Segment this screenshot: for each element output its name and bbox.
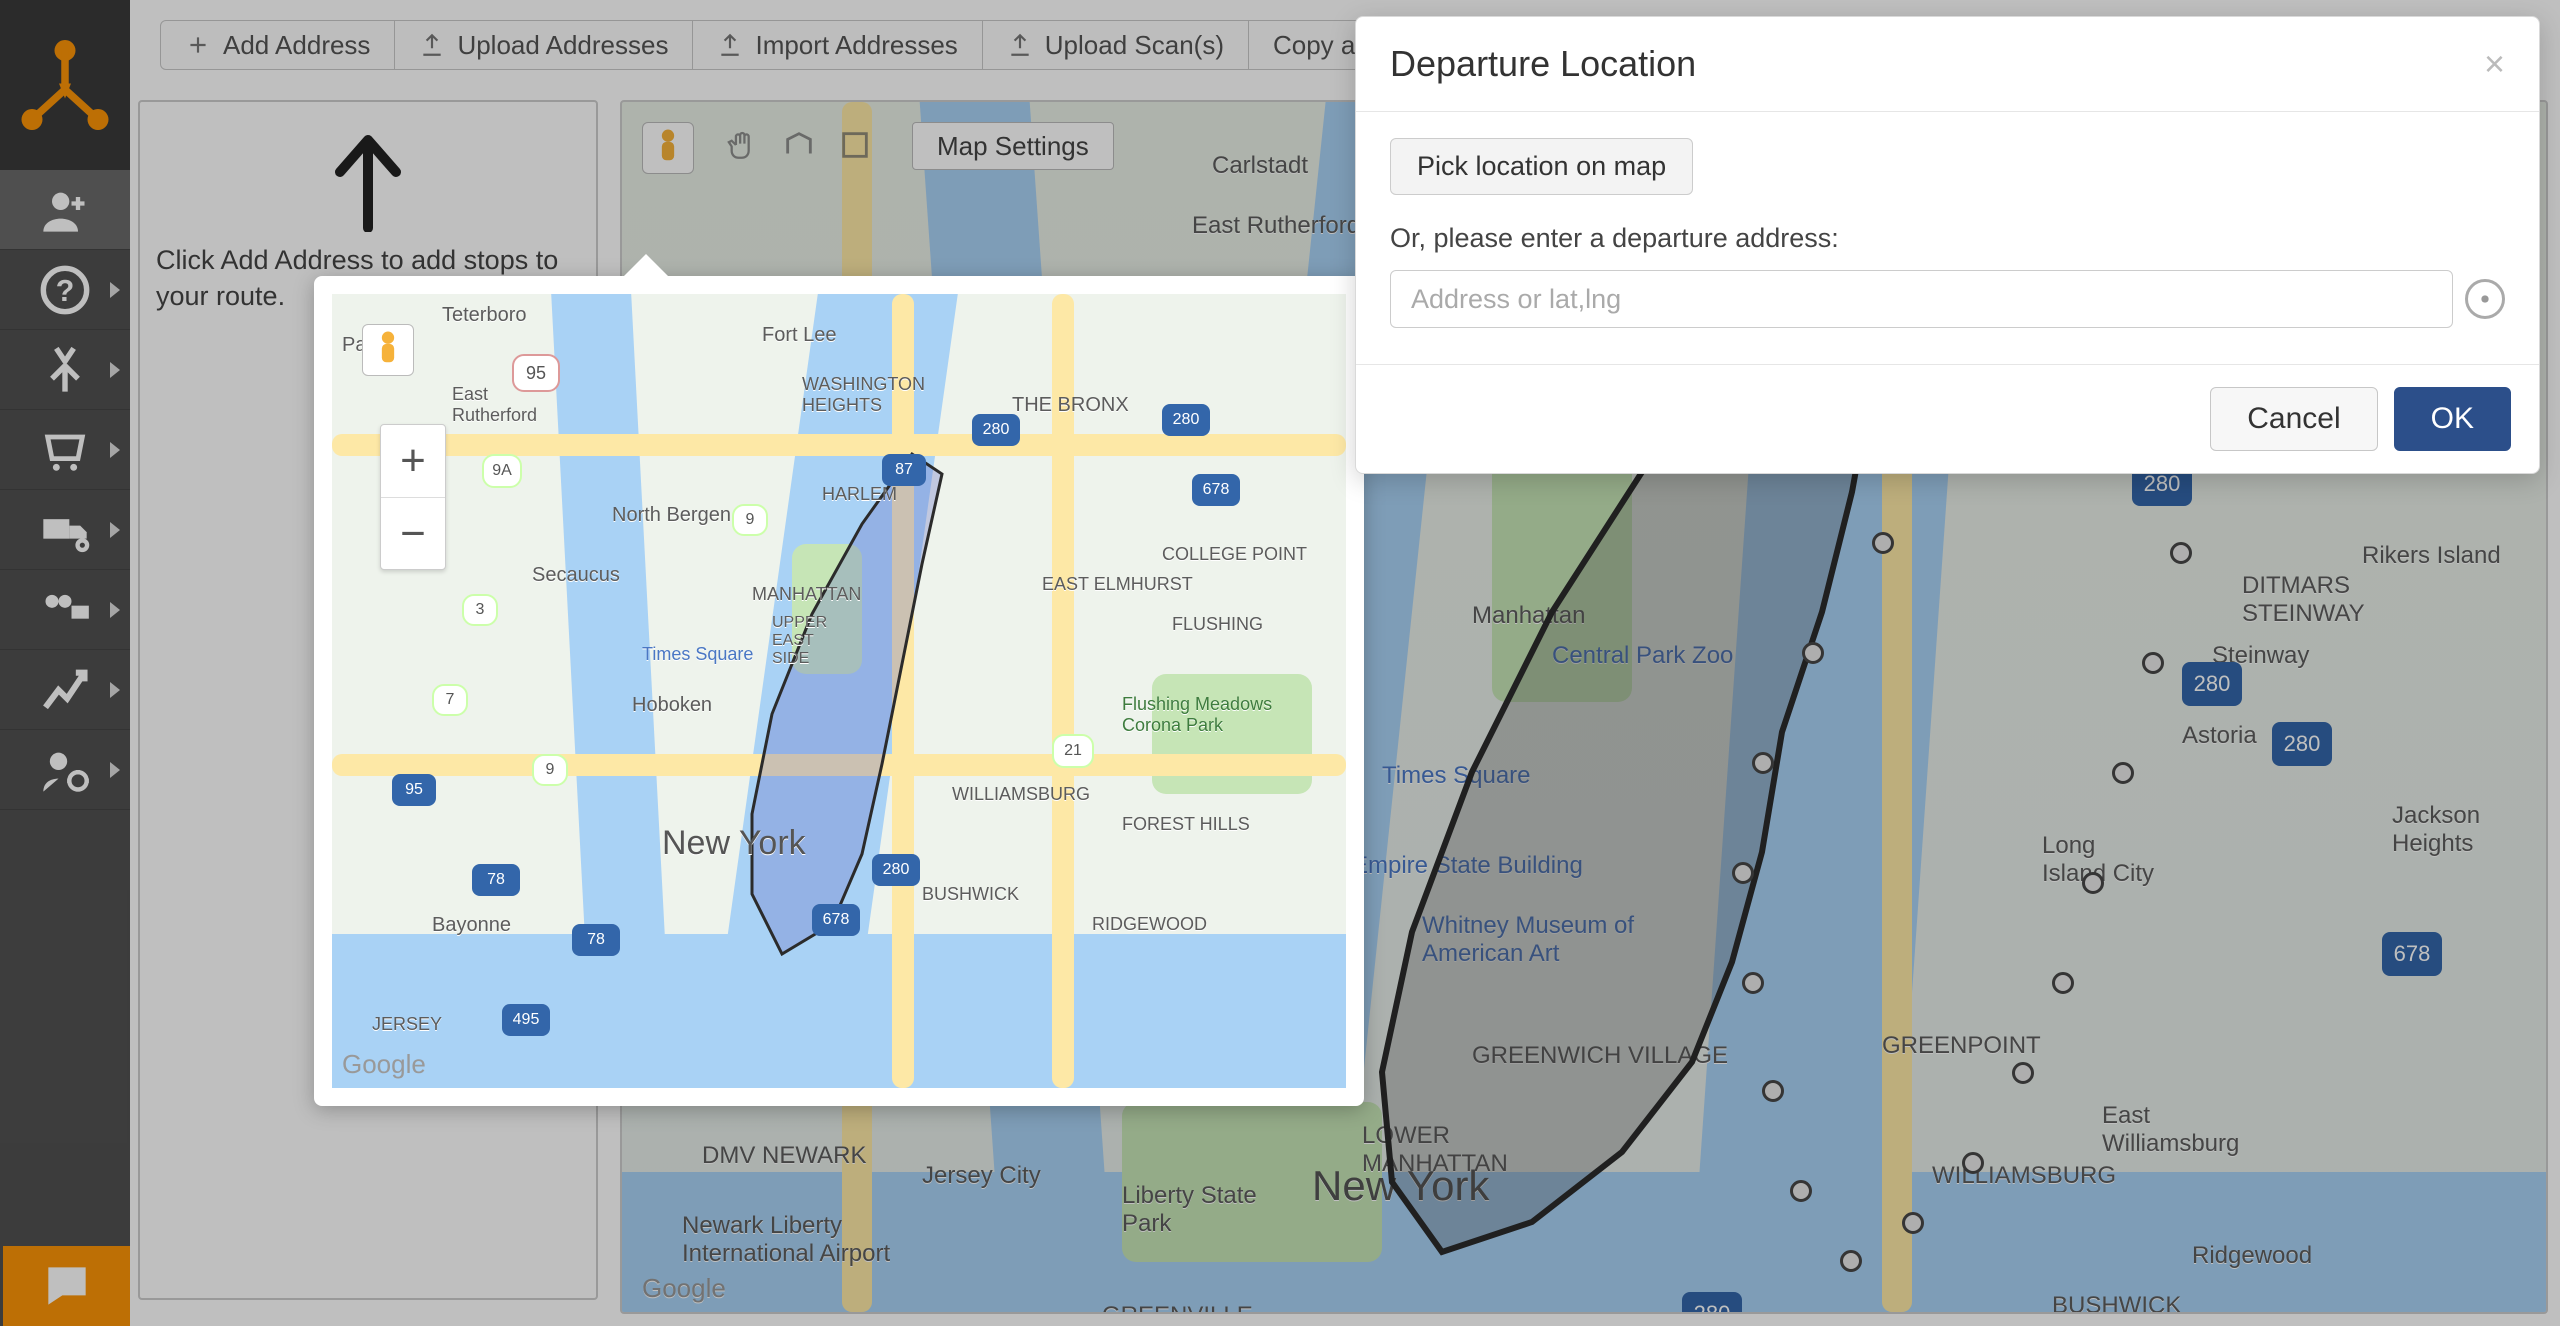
target-icon [2474, 288, 2496, 310]
pick-location-button[interactable]: Pick location on map [1390, 138, 1693, 195]
departure-location-modal: Departure Location × Pick location on ma… [1355, 16, 2540, 474]
cancel-button[interactable]: Cancel [2210, 387, 2377, 451]
pegman-icon [371, 330, 405, 370]
zoom-in-button[interactable]: + [381, 425, 445, 497]
google-attribution: Google [342, 1049, 426, 1080]
close-icon[interactable]: × [2484, 46, 2505, 82]
locate-me-button[interactable] [2465, 279, 2505, 319]
departure-address-input[interactable] [1390, 270, 2453, 328]
map-tooltip: + − Teterboro Passaic Fort Lee WASHINGTO… [314, 276, 1364, 1106]
ok-button[interactable]: OK [2394, 387, 2511, 451]
zoom-out-button[interactable]: − [381, 497, 445, 569]
mini-map[interactable]: + − Teterboro Passaic Fort Lee WASHINGTO… [332, 294, 1346, 1088]
mini-pegman-button[interactable] [362, 324, 414, 376]
zoom-control: + − [380, 424, 446, 570]
modal-title: Departure Location [1390, 43, 1696, 85]
or-label: Or, please enter a departure address: [1390, 223, 2505, 254]
